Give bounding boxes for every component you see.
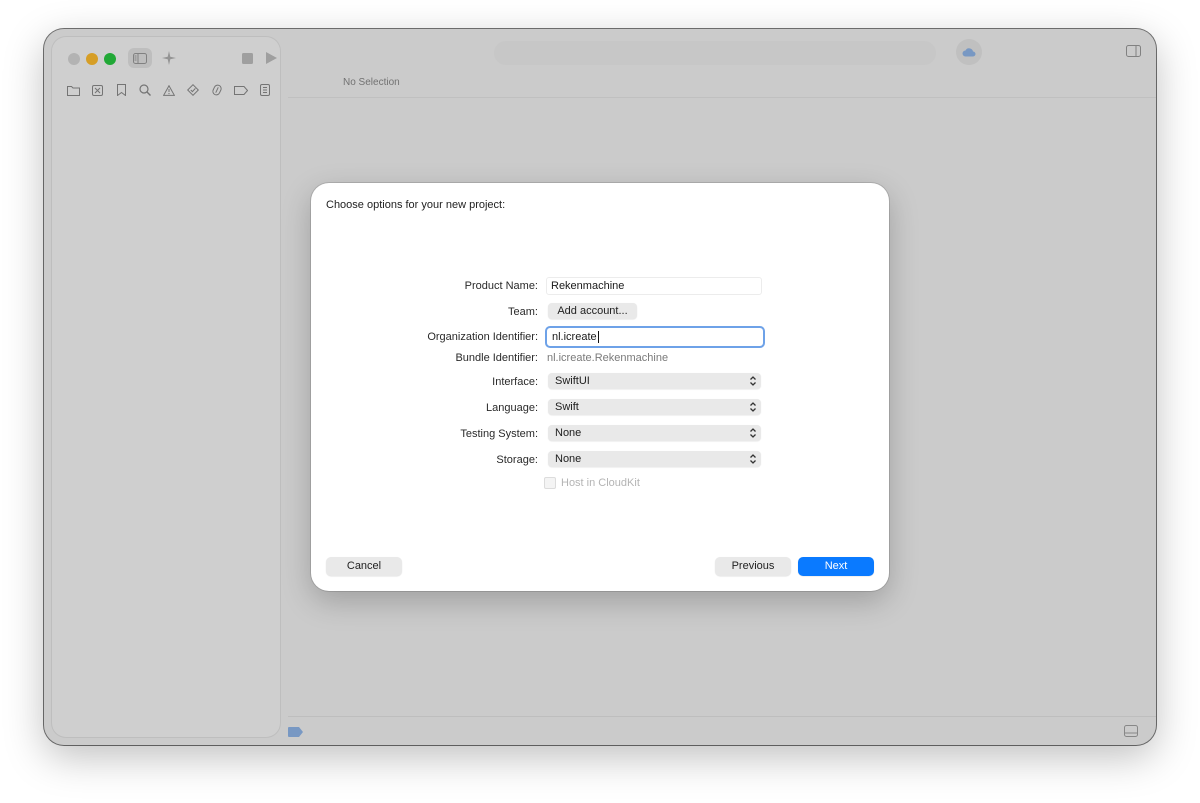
interface-row: Interface: SwiftUI	[311, 373, 889, 393]
storage-row: Storage: None	[311, 451, 889, 471]
chevron-up-down-icon	[750, 376, 756, 386]
host-in-cloudkit-checkbox	[544, 477, 556, 489]
text-caret	[597, 331, 599, 344]
interface-value: SwiftUI	[555, 375, 590, 387]
sheet-title: Choose options for your new project:	[326, 199, 506, 211]
host-in-cloudkit-option: Host in CloudKit	[544, 476, 640, 490]
product-name-field[interactable]: Rekenmachine	[546, 277, 762, 295]
org-identifier-field[interactable]: nl.icreate	[545, 326, 765, 348]
chevron-up-down-icon	[750, 428, 756, 438]
storage-value: None	[555, 453, 582, 465]
new-project-options-sheet: Choose options for your new project: Pro…	[311, 183, 889, 591]
product-name-row: Product Name: Rekenmachine	[311, 277, 889, 297]
language-popup[interactable]: Swift	[548, 399, 761, 415]
language-label: Language:	[486, 402, 538, 414]
next-button[interactable]: Next	[798, 557, 874, 576]
bundle-identifier-value: nl.icreate.Rekenmachine	[547, 352, 669, 364]
language-row: Language: Swift	[311, 399, 889, 419]
org-identifier-row: Organization Identifier: nl.icreate	[311, 326, 889, 348]
testing-system-popup[interactable]: None	[548, 425, 761, 441]
team-row: Team: Add account...	[311, 303, 889, 323]
org-identifier-label: Organization Identifier:	[427, 331, 538, 343]
interface-popup[interactable]: SwiftUI	[548, 373, 761, 389]
host-in-cloudkit-label: Host in CloudKit	[561, 477, 640, 489]
org-identifier-value: nl.icreate	[552, 331, 597, 343]
cancel-button[interactable]: Cancel	[326, 557, 402, 576]
interface-label: Interface:	[492, 376, 538, 388]
language-value: Swift	[555, 401, 579, 413]
chevron-up-down-icon	[750, 402, 756, 412]
testing-system-row: Testing System: None	[311, 425, 889, 445]
testing-system-value: None	[555, 427, 582, 439]
storage-popup[interactable]: None	[548, 451, 761, 467]
chevron-up-down-icon	[750, 454, 756, 464]
team-label: Team:	[508, 306, 538, 318]
testing-system-label: Testing System:	[460, 428, 538, 440]
bundle-identifier-label: Bundle Identifier:	[455, 352, 538, 364]
previous-button[interactable]: Previous	[715, 557, 791, 576]
bundle-identifier-row: Bundle Identifier: nl.icreate.Rekenmachi…	[311, 349, 889, 369]
add-account-button[interactable]: Add account...	[548, 303, 637, 319]
storage-label: Storage:	[496, 454, 538, 466]
product-name-label: Product Name:	[464, 280, 538, 292]
